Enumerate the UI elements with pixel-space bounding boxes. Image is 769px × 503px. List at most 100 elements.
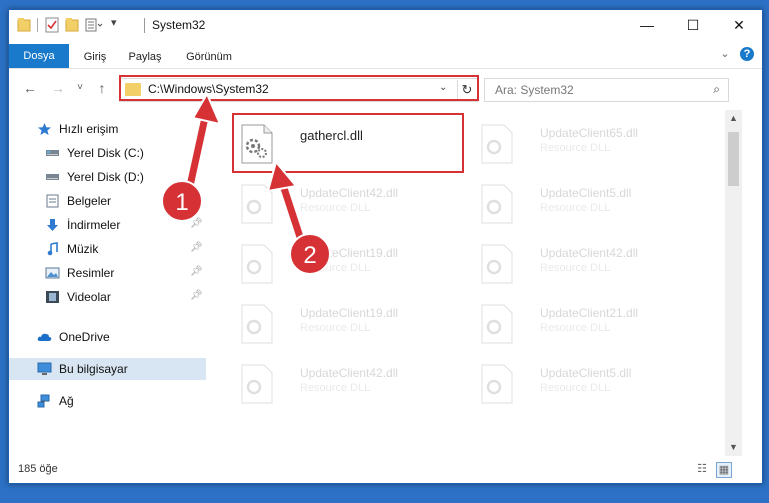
explorer-window: ▾ System32 — ☐ ✕ Dosya Giriş Paylaş Görü… [8, 9, 763, 484]
documents-icon [46, 194, 59, 208]
dll-file-icon [481, 304, 513, 344]
address-row: ← → ˅ ↑ C:\Windows\System32 ⌄ ↻ Ara: Sys… [9, 69, 762, 109]
file-item[interactable]: UpdateClient42.dll Resource DLL [232, 176, 452, 232]
file-highlight-box [232, 113, 464, 173]
sidebar-item-label: Resimler [67, 266, 115, 280]
sidebar-item-label: Müzik [67, 242, 99, 256]
drive-icon [46, 150, 59, 156]
file-item[interactable]: UpdateClient5.dll Resource DLL [472, 176, 692, 232]
file-type: Resource DLL [540, 382, 611, 394]
file-type: Resource DLL [300, 202, 371, 214]
star-icon [38, 123, 51, 135]
sidebar-item-local-disk-c[interactable]: Yerel Disk (C:) [9, 142, 206, 164]
file-type: Resource DLL [300, 262, 371, 274]
file-item[interactable]: UpdateClient42.dll Resource DLL [232, 356, 452, 412]
sidebar-item-label: Ağ [59, 394, 74, 408]
file-item[interactable]: UpdateClient42.dll Resource DLL [472, 236, 692, 292]
scroll-up-icon[interactable]: ▲ [725, 110, 742, 127]
dll-file-icon [241, 364, 273, 404]
new-folder-icon[interactable] [65, 17, 79, 33]
file-item[interactable]: UpdateClient19.dll Resource DLL [232, 236, 452, 292]
up-button[interactable]: ↑ [93, 79, 111, 97]
file-type: Resource DLL [540, 262, 611, 274]
vertical-scrollbar[interactable]: ▲ ▼ [725, 110, 742, 456]
minimize-button[interactable]: — [624, 10, 670, 40]
sidebar-item-this-pc[interactable]: Bu bilgisayar [9, 358, 206, 380]
dll-file-icon [481, 364, 513, 404]
sidebar-item-pictures[interactable]: Resimler 📌︎ [9, 262, 206, 284]
file-type: Resource DLL [300, 382, 371, 394]
sidebar-item-videos[interactable]: Videolar 📌︎ [9, 286, 206, 308]
download-icon [47, 219, 58, 231]
dll-file-icon [241, 304, 273, 344]
search-placeholder: Ara: System32 [495, 83, 574, 97]
dll-file-icon [481, 124, 513, 164]
sidebar-item-downloads[interactable]: İndirmeler 📌︎ [9, 214, 206, 236]
window-title: System32 [152, 18, 206, 32]
file-type: Resource DLL [540, 142, 611, 154]
address-highlight-box [119, 75, 479, 101]
chevron-down-icon[interactable]: ⌄ [718, 47, 732, 61]
sidebar-item-label: Videolar [67, 290, 111, 304]
dll-file-icon [241, 244, 273, 284]
sidebar-item-onedrive[interactable]: OneDrive [9, 326, 206, 348]
qa-divider [37, 18, 38, 32]
title-bar: ▾ System32 — ☐ ✕ [9, 10, 762, 40]
sidebar-item-label: Hızlı erişim [59, 122, 119, 136]
maximize-button[interactable]: ☐ [670, 10, 716, 40]
sidebar-item-label: İndirmeler [67, 218, 121, 232]
properties-icon[interactable] [45, 17, 59, 33]
file-item[interactable]: UpdateClient19.dll Resource DLL [232, 296, 452, 352]
tab-file[interactable]: Dosya [9, 44, 69, 68]
pin-icon[interactable]: 📌︎ [190, 266, 203, 277]
video-icon [46, 291, 59, 303]
tab-home[interactable]: Giriş [75, 46, 115, 68]
sidebar-item-music[interactable]: Müzik 📌︎ [9, 238, 206, 260]
drive-icon [46, 174, 59, 180]
dll-file-icon [481, 184, 513, 224]
dll-file-icon [481, 244, 513, 284]
file-type: Resource DLL [540, 202, 611, 214]
search-input[interactable]: Ara: System32 ⌕ [484, 78, 729, 102]
ribbon-tabs: Dosya Giriş Paylaş Görünüm ⌄ ? [9, 40, 762, 69]
file-item[interactable]: UpdateClient5.dll Resource DLL [472, 356, 692, 412]
view-options-icon[interactable] [85, 17, 103, 33]
pin-icon[interactable]: 📌︎ [190, 290, 203, 301]
sidebar-item-documents[interactable]: Belgeler [9, 190, 206, 212]
file-name: UpdateClient19.dll [300, 306, 399, 320]
large-icons-view-icon[interactable]: ▦ [716, 462, 732, 478]
details-view-icon[interactable]: ☷ [695, 462, 709, 476]
file-item[interactable]: UpdateClient21.dll Resource DLL [472, 296, 692, 352]
scrollbar-thumb[interactable] [728, 132, 739, 186]
sidebar-item-local-disk-d[interactable]: Yerel Disk (D:) [9, 166, 206, 188]
recent-locations-button[interactable]: ˅ [71, 79, 89, 97]
sidebar-item-network[interactable]: Ağ [9, 390, 206, 412]
sidebar-item-quick-access[interactable]: Hızlı erişim [9, 118, 206, 140]
music-icon [47, 242, 58, 256]
item-count: 185 öğe [18, 463, 58, 475]
sidebar-item-label: Belgeler [67, 194, 112, 208]
tab-view[interactable]: Görünüm [179, 46, 239, 68]
back-button[interactable]: ← [21, 79, 39, 97]
close-button[interactable]: ✕ [716, 10, 762, 40]
file-name: UpdateClient19.dll [300, 246, 399, 260]
cloud-icon [37, 333, 52, 341]
forward-button[interactable]: → [49, 79, 67, 97]
pictures-icon [45, 267, 60, 279]
status-bar: 185 öğe ☷ ▦ [9, 456, 762, 483]
network-icon [37, 394, 50, 408]
pin-icon[interactable]: 📌︎ [190, 242, 203, 253]
file-name: UpdateClient42.dll [540, 246, 639, 260]
dll-file-icon [241, 184, 273, 224]
pin-icon[interactable]: 📌︎ [190, 218, 203, 229]
customize-quick-access-icon[interactable]: ▾ [111, 16, 117, 32]
sidebar-item-label: Yerel Disk (D:) [67, 170, 144, 184]
sidebar-item-label: OneDrive [59, 330, 110, 344]
tab-share[interactable]: Paylaş [122, 46, 168, 68]
search-icon[interactable]: ⌕ [713, 82, 720, 97]
file-item[interactable]: UpdateClient65.dll Resource DLL [472, 116, 692, 172]
scroll-down-icon[interactable]: ▼ [725, 439, 742, 456]
file-name: UpdateClient42.dll [300, 186, 399, 200]
help-icon[interactable]: ? [740, 47, 754, 61]
file-name: UpdateClient5.dll [540, 366, 632, 380]
